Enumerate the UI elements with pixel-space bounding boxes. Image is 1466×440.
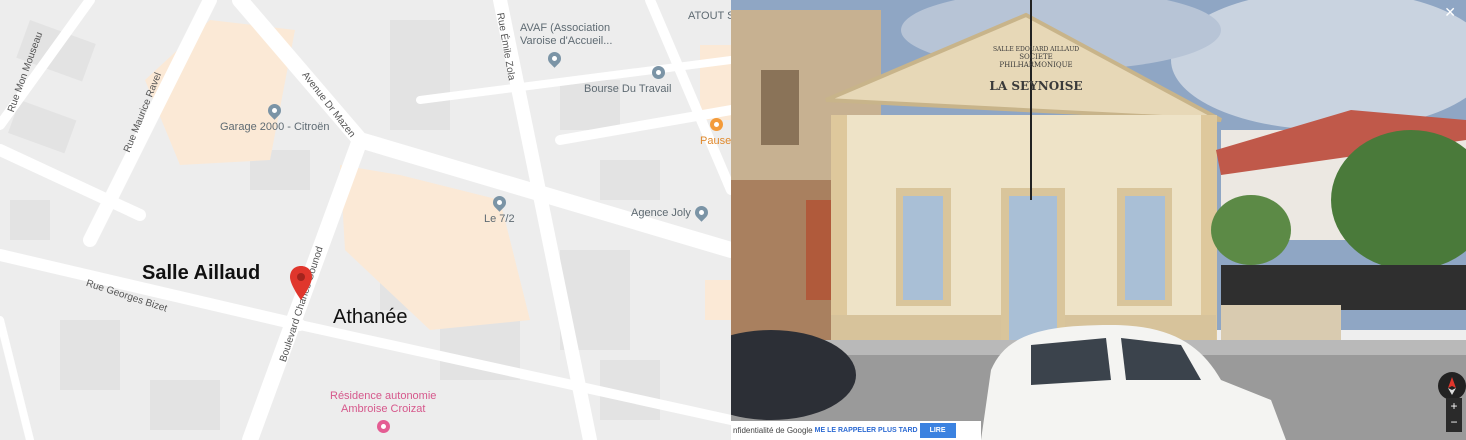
facade-sign: SALLE EDOUARD AILLAUD SOCIETE PHILHARMON… (986, 46, 1086, 93)
map-pin-icon (692, 203, 711, 222)
map-pin-icon (545, 49, 564, 68)
poi-label: Pause (700, 135, 731, 147)
facade-line: SOCIETE PHILHARMONIQUE (999, 53, 1073, 69)
poi-avaf[interactable]: AVAF (Association Varoise d'Accueil... (520, 22, 613, 68)
poi-label: Bourse Du Travail (584, 83, 672, 95)
street-view-panel[interactable]: SALLE EDOUARD AILLAUD SOCIETE PHILHARMON… (731, 0, 1466, 440)
poi-label: Le 7/2 (484, 213, 515, 225)
facade-line: SALLE EDOUARD AILLAUD (992, 46, 1080, 53)
consent-text: nfidentialité de Google (733, 426, 813, 435)
marker-label: Salle Aillaud (142, 262, 261, 284)
zoom-out-button[interactable]: − (1446, 414, 1462, 430)
zoom-in-button[interactable]: + (1446, 398, 1462, 414)
poi-pause[interactable]: Pause (700, 118, 731, 147)
poi-garage[interactable]: Garage 2000 - Citroën (220, 101, 330, 133)
poi-le72[interactable]: Le 7/2 (484, 193, 515, 225)
poi-residence[interactable]: Résidence autonomie Ambroise Croizat (330, 390, 436, 433)
street-view-image (731, 0, 1466, 440)
map-pin-icon (490, 193, 509, 212)
facade-line: LA SEYNOISE (989, 79, 1083, 93)
map-pin-icon (265, 101, 284, 120)
poi-label: Résidence autonomie Ambroise Croizat (330, 390, 437, 415)
secondary-label: Athanée (333, 306, 408, 328)
consent-bar: nfidentialité de Google ME LE RAPPELER P… (731, 421, 981, 440)
poi-label: Garage 2000 - Citroën (220, 121, 330, 133)
zoom-control[interactable]: + − (1446, 398, 1462, 432)
remind-later-button[interactable]: ME LE RAPPELER PLUS TARD (815, 427, 918, 434)
compass-icon[interactable] (1438, 372, 1466, 400)
read-button[interactable]: LIRE (919, 423, 956, 438)
poi-label: Agence Joly (631, 206, 691, 219)
restaurant-icon (710, 118, 723, 131)
poi-label: ATOUT S (688, 10, 731, 22)
red-location-marker-icon[interactable] (290, 266, 312, 300)
close-icon[interactable]: ✕ (1444, 4, 1456, 21)
poi-label: AVAF (Association Varoise d'Accueil... (520, 22, 613, 47)
poi-bourse[interactable]: Bourse Du Travail (584, 66, 671, 95)
poi-atout[interactable]: ATOUT S (688, 10, 731, 22)
map-panel[interactable]: Rue Mon Mouseau Rue Maurice Ravel Avenue… (0, 0, 731, 440)
residence-icon (376, 420, 390, 433)
building-icon (652, 66, 666, 79)
poi-agence-joly[interactable]: Agence Joly (631, 203, 711, 222)
